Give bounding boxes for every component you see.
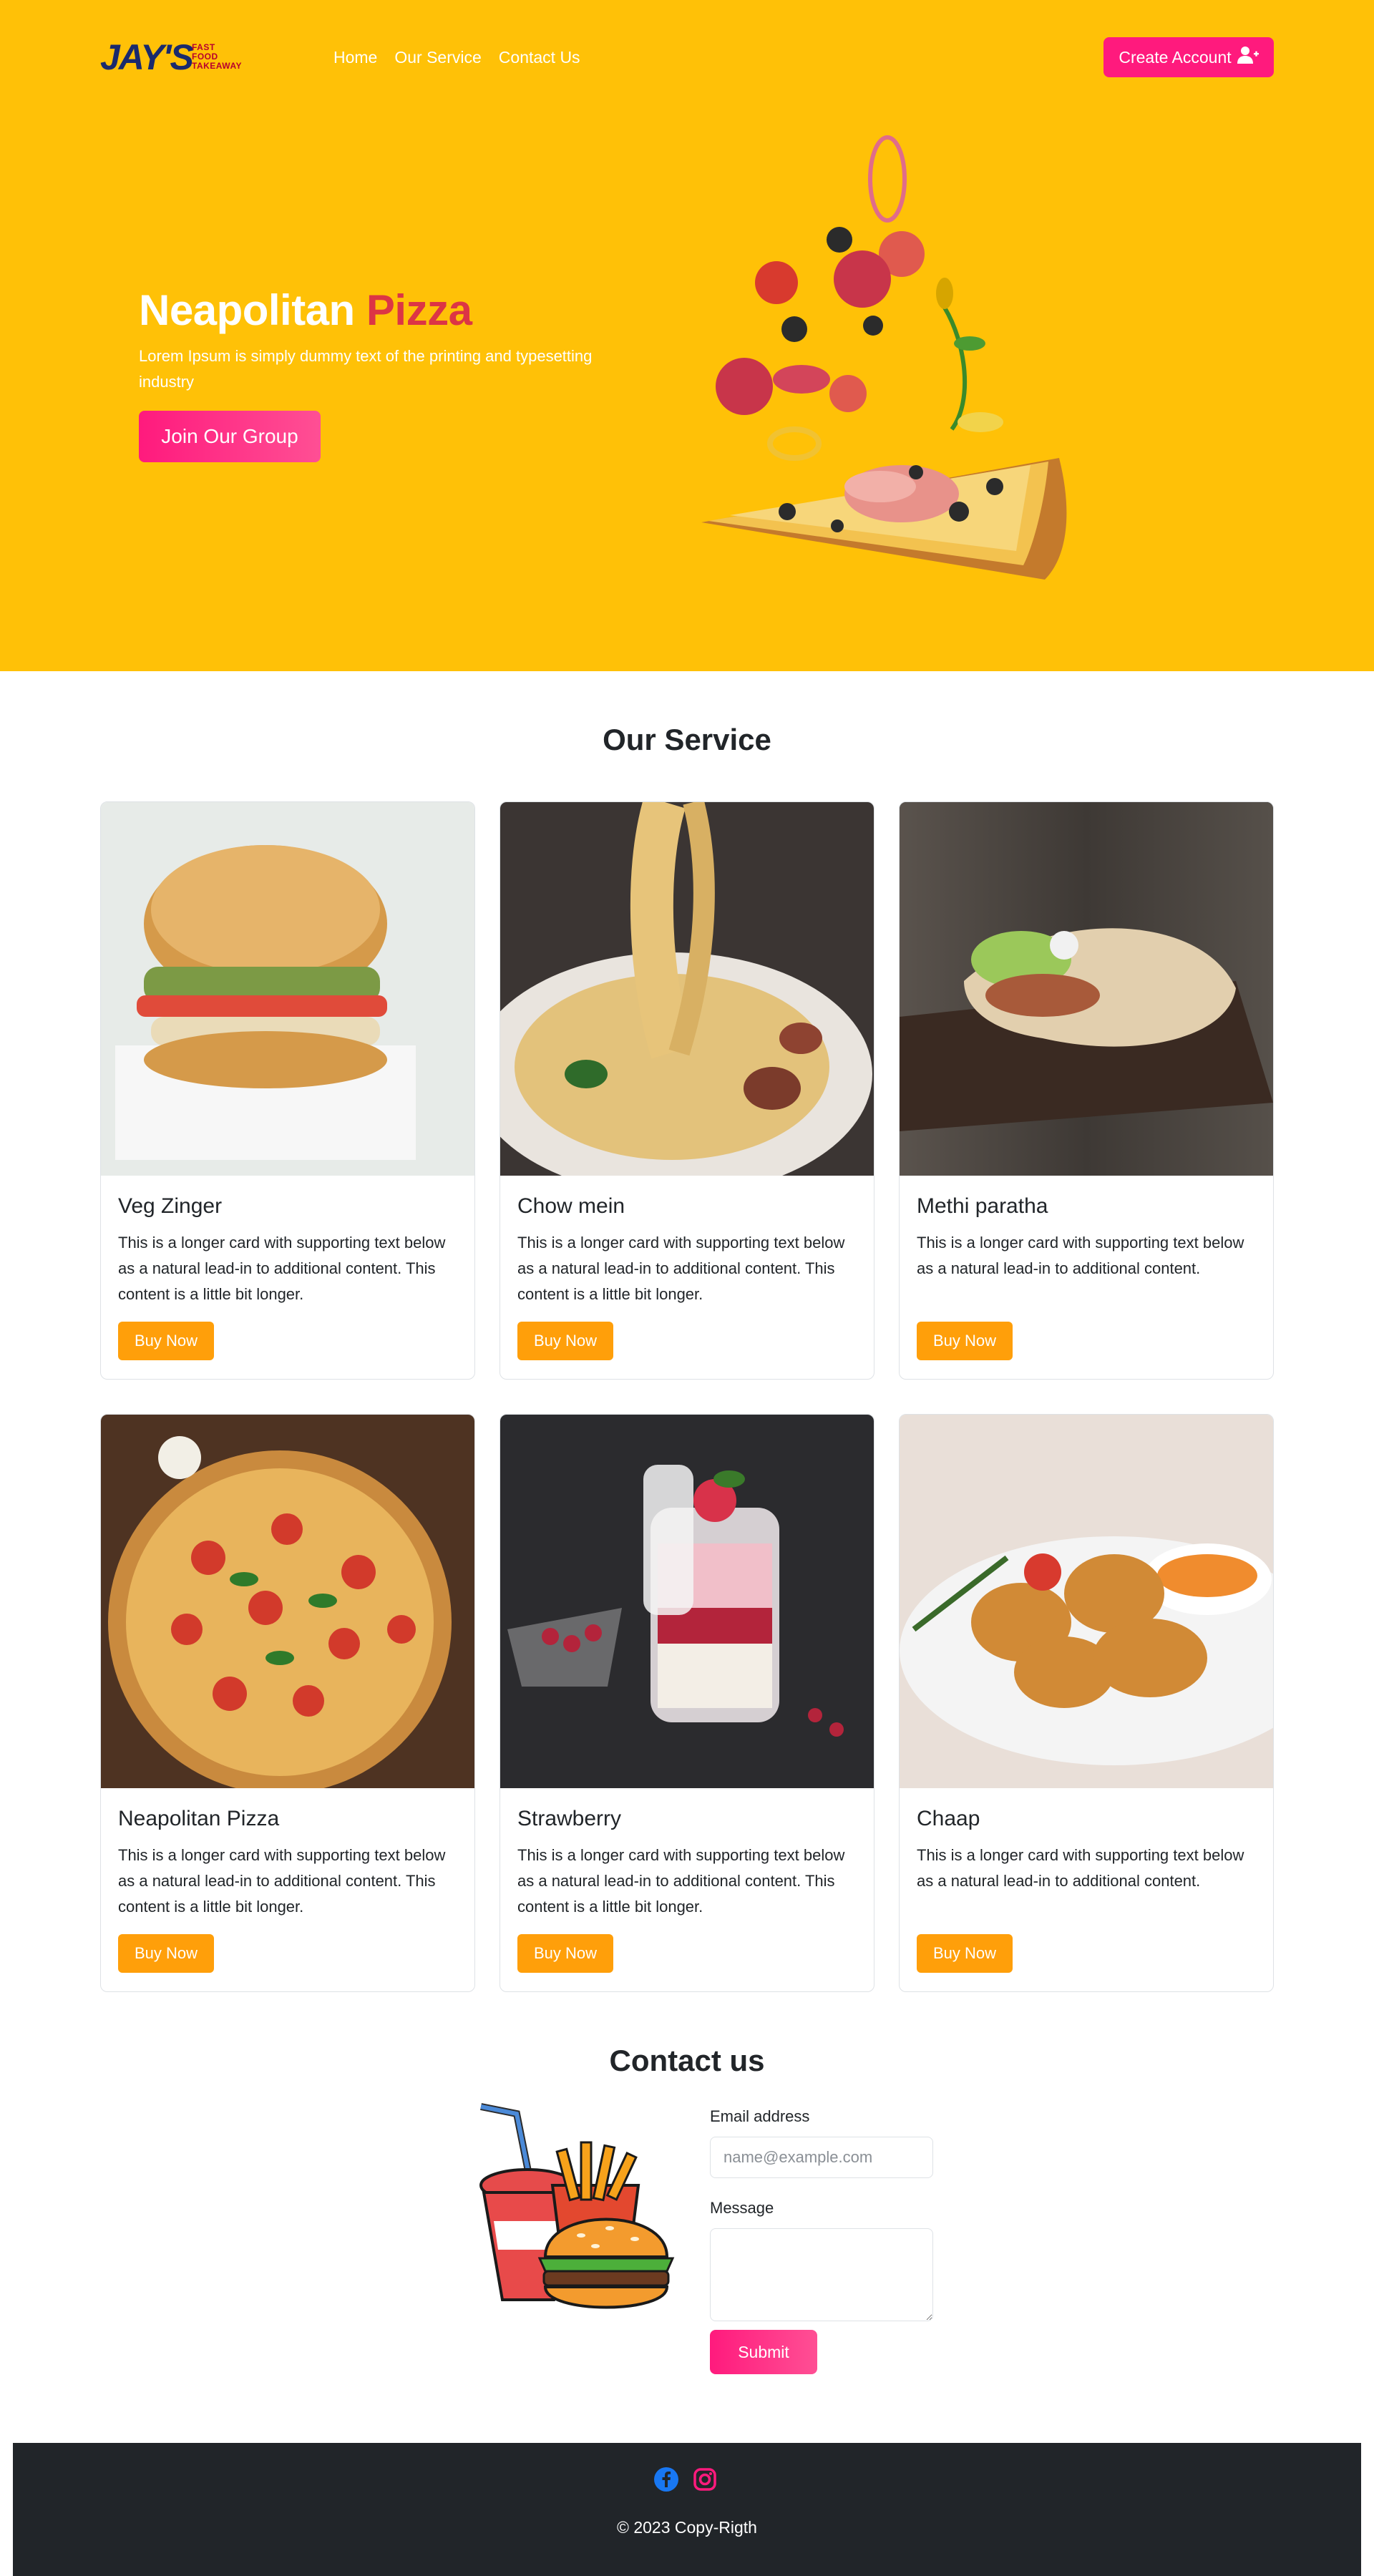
- footer: © 2023 Copy-Rigth: [13, 2443, 1361, 2576]
- copyright-text: © 2023 Copy-Rigth: [617, 2518, 757, 2537]
- create-account-label: Create Account: [1119, 47, 1232, 67]
- social-links: [654, 2467, 717, 2492]
- card-title: Chaap: [917, 1807, 980, 1830]
- email-label: Email address: [710, 2107, 810, 2125]
- flying-pizza-image: [687, 129, 1088, 601]
- logo-main-text: JAY'S: [100, 37, 194, 77]
- card-text: This is a longer card with supporting te…: [517, 1846, 845, 1916]
- services-heading: Our Service: [603, 723, 771, 756]
- nav-links: Home Our Service Contact Us: [333, 44, 580, 70]
- burger-photo: [101, 802, 474, 1176]
- card-title: Methi paratha: [917, 1194, 1048, 1218]
- hero-section: JAY'S FAST FOOD TAKEAWAY Home Our Servic…: [0, 0, 1374, 671]
- message-label: Message: [710, 2199, 774, 2217]
- card-veg-zinger: Veg Zinger This is a longer card with su…: [100, 801, 475, 1380]
- card-strawberry: Strawberry This is a longer card with su…: [500, 1414, 874, 1992]
- buy-now-button[interactable]: Buy Now: [917, 1322, 1013, 1360]
- hero-description: Lorem Ipsum is simply dummy text of the …: [139, 347, 593, 391]
- email-field[interactable]: [710, 2137, 933, 2178]
- hero-title-accent: Pizza: [366, 286, 472, 334]
- nav-link-our-service[interactable]: Our Service: [394, 44, 481, 70]
- brand-logo[interactable]: JAY'S FAST FOOD TAKEAWAY: [100, 37, 243, 77]
- nav-link-home[interactable]: Home: [333, 44, 377, 70]
- card-title: Strawberry: [517, 1807, 622, 1830]
- fast-food-illustration: [474, 2099, 681, 2323]
- message-field[interactable]: [710, 2228, 933, 2321]
- card-title: Veg Zinger: [118, 1194, 223, 1218]
- pita-wrap-photo: [900, 802, 1273, 1176]
- dessert-jar-photo: [500, 1415, 874, 1788]
- buy-now-button[interactable]: Buy Now: [517, 1322, 613, 1360]
- hero-title-main: Neapolitan: [139, 286, 355, 334]
- card-text: This is a longer card with supporting te…: [917, 1846, 1244, 1890]
- instagram-icon[interactable]: [693, 2467, 717, 2492]
- services-cards: Veg Zinger This is a longer card with su…: [100, 801, 1274, 1992]
- hero-title: Neapolitan Pizza: [139, 280, 472, 341]
- card-title: Neapolitan Pizza: [118, 1807, 280, 1830]
- card-text: This is a longer card with supporting te…: [917, 1234, 1244, 1277]
- buy-now-button[interactable]: Buy Now: [118, 1322, 214, 1360]
- card-chow-mein: Chow mein This is a longer card with sup…: [500, 801, 874, 1380]
- logo-sub-text: FAST FOOD TAKEAWAY: [192, 43, 242, 71]
- card-text: This is a longer card with supporting te…: [118, 1846, 446, 1916]
- pizza-photo: [101, 1415, 474, 1788]
- submit-button[interactable]: Submit: [710, 2330, 817, 2374]
- nuggets-photo: [900, 1415, 1273, 1788]
- card-text: This is a longer card with supporting te…: [118, 1234, 446, 1303]
- noodles-photo: [500, 802, 874, 1176]
- create-account-button[interactable]: Create Account: [1103, 37, 1274, 77]
- buy-now-button[interactable]: Buy Now: [917, 1934, 1013, 1973]
- join-group-button[interactable]: Join Our Group: [139, 411, 321, 462]
- card-methi-paratha: Methi paratha This is a longer card with…: [899, 801, 1274, 1380]
- card-chaap: Chaap This is a longer card with support…: [899, 1414, 1274, 1992]
- contact-heading: Contact us: [609, 2044, 765, 2077]
- facebook-icon[interactable]: [654, 2467, 678, 2492]
- navbar: JAY'S FAST FOOD TAKEAWAY Home Our Servic…: [0, 0, 1374, 117]
- logo-sub-line: TAKEAWAY: [192, 61, 243, 71]
- buy-now-button[interactable]: Buy Now: [517, 1934, 613, 1973]
- card-neapolitan-pizza: Neapolitan Pizza This is a longer card w…: [100, 1414, 475, 1992]
- user-plus-icon: [1237, 46, 1259, 69]
- card-text: This is a longer card with supporting te…: [517, 1234, 845, 1303]
- nav-link-contact-us[interactable]: Contact Us: [499, 44, 580, 70]
- buy-now-button[interactable]: Buy Now: [118, 1934, 214, 1973]
- card-title: Chow mein: [517, 1194, 625, 1218]
